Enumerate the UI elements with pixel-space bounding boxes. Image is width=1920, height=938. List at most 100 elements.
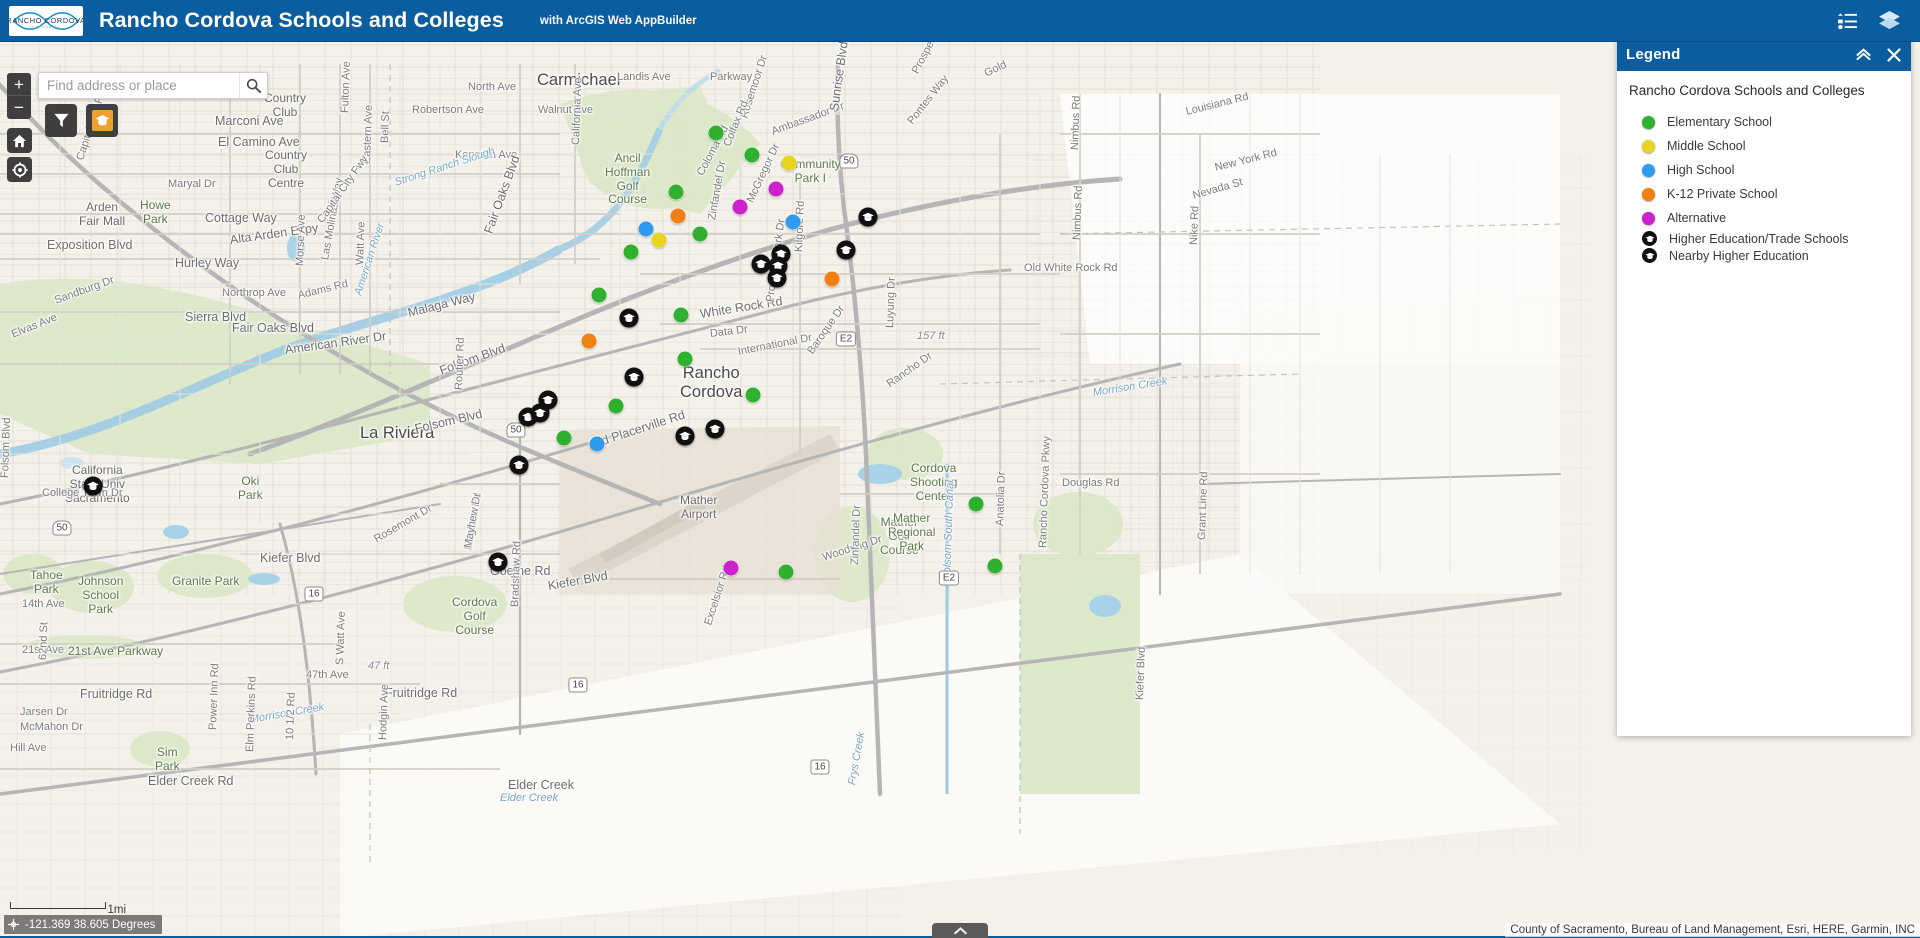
- map-marker-grad[interactable]: [767, 268, 787, 288]
- crosshair-icon: [7, 918, 20, 931]
- zoom-in-button[interactable]: +: [7, 73, 31, 96]
- close-icon: [1886, 47, 1901, 62]
- map-marker-grad[interactable]: [624, 367, 644, 387]
- legend-item: Elementary School: [1617, 110, 1911, 134]
- map-marker-elementary[interactable]: [987, 558, 1003, 574]
- legend-color-swatch: [1642, 187, 1655, 201]
- filter-icon: [53, 113, 69, 128]
- legend-item: K-12 Private School: [1617, 182, 1911, 206]
- locate-icon: [11, 161, 28, 178]
- home-icon: [12, 134, 27, 147]
- map-marker-elementary[interactable]: [556, 430, 572, 446]
- map-marker-private[interactable]: [824, 271, 840, 287]
- map-marker-elementary[interactable]: [745, 387, 761, 403]
- header-tool-group: [1826, 0, 1920, 42]
- coordinate-value: -121.369 38.605 Degrees: [25, 918, 156, 931]
- map-attribution: County of Sacramento, Bureau of Land Man…: [1505, 923, 1920, 937]
- app-header: RANCHO CORDOVA CALIFORNIA Rancho Cordova…: [0, 0, 1920, 42]
- collapse-button[interactable]: [1855, 46, 1872, 63]
- map-marker-grad[interactable]: [530, 403, 550, 423]
- graduation-cap-icon: [91, 110, 113, 131]
- app-subtitle: with ArcGIS Web AppBuilder: [539, 14, 697, 27]
- map-marker-elementary[interactable]: [968, 496, 984, 512]
- home-button[interactable]: [7, 128, 32, 153]
- map-marker-private[interactable]: [670, 208, 686, 224]
- rancho-cordova-logo[interactable]: RANCHO CORDOVA CALIFORNIA: [9, 5, 83, 36]
- layers-toggle-icon[interactable]: [1868, 0, 1910, 42]
- legend-item: Higher Education/Trade Schools: [1617, 230, 1911, 247]
- map-marker-grad[interactable]: [858, 207, 878, 227]
- map-marker-alternative[interactable]: [768, 181, 784, 197]
- map-marker-grad[interactable]: [705, 419, 725, 439]
- legend-item-label: Middle School: [1667, 139, 1746, 153]
- legend-item-label: Alternative: [1667, 211, 1727, 225]
- graduation-cap-icon: [1642, 231, 1657, 246]
- legend-item-label: K-12 Private School: [1667, 187, 1778, 201]
- map-marker-elementary[interactable]: [673, 307, 689, 323]
- map-marker-elementary[interactable]: [708, 125, 724, 141]
- attribute-table-toggle[interactable]: [932, 923, 988, 938]
- logo-subtext: CALIFORNIA: [32, 25, 60, 29]
- filter-button[interactable]: [45, 104, 77, 137]
- graduation-cap-icon: [1642, 248, 1657, 263]
- map-marker-grad[interactable]: [619, 308, 639, 328]
- map-marker-middle[interactable]: [651, 232, 667, 248]
- map-marker-private[interactable]: [581, 333, 597, 349]
- map-marker-middle[interactable]: [781, 155, 797, 171]
- legend-color-swatch: [1642, 211, 1655, 225]
- map-marker-grad[interactable]: [836, 240, 856, 260]
- legend-color-swatch: [1642, 139, 1655, 153]
- legend-item-label: High School: [1667, 163, 1735, 177]
- legend-header-buttons: [1855, 46, 1902, 63]
- search-icon: [246, 78, 261, 93]
- school-filter-button[interactable]: [86, 104, 118, 137]
- legend-color-swatch: [1642, 163, 1655, 177]
- legend-item-label: Higher Education/Trade Schools: [1669, 231, 1849, 246]
- app-root: RANCHO CORDOVA CALIFORNIA Rancho Cordova…: [0, 0, 1920, 938]
- search-input[interactable]: [39, 73, 239, 98]
- legend-item: Nearby Higher Education: [1617, 247, 1911, 264]
- map-marker-alternative[interactable]: [732, 199, 748, 215]
- map-marker-grad[interactable]: [675, 426, 695, 446]
- locate-button[interactable]: [7, 157, 32, 182]
- coordinate-widget[interactable]: -121.369 38.605 Degrees: [4, 915, 163, 934]
- legend-item-label: Elementary School: [1667, 115, 1772, 129]
- legend-color-swatch: [1642, 115, 1655, 129]
- map-marker-elementary[interactable]: [692, 226, 708, 242]
- map-marker-high[interactable]: [785, 214, 801, 230]
- map-marker-elementary[interactable]: [677, 351, 693, 367]
- map-marker-elementary[interactable]: [608, 398, 624, 414]
- map-marker-elementary[interactable]: [591, 287, 607, 303]
- legend-toggle-icon[interactable]: [1826, 0, 1868, 42]
- zoom-out-button[interactable]: −: [7, 96, 31, 119]
- legend-body: Rancho Cordova Schools and Colleges Elem…: [1617, 71, 1911, 736]
- map-marker-elementary[interactable]: [623, 244, 639, 260]
- legend-panel: Legend Rancho Cordova Schools and Colleg…: [1617, 38, 1911, 736]
- map-marker-grad[interactable]: [509, 455, 529, 475]
- close-button[interactable]: [1885, 46, 1902, 63]
- legend-item: High School: [1617, 158, 1911, 182]
- legend-item-label: Nearby Higher Education: [1669, 248, 1809, 263]
- map-marker-grad[interactable]: [488, 552, 508, 572]
- logo-graphic: RANCHO CORDOVA CALIFORNIA: [9, 11, 83, 30]
- map-marker-elementary[interactable]: [744, 147, 760, 163]
- search-button[interactable]: [239, 73, 267, 98]
- zoom-control: + −: [7, 73, 31, 119]
- legend-item-list: Elementary School Middle School High Schoo…: [1617, 110, 1911, 264]
- legend-item: Middle School: [1617, 134, 1911, 158]
- legend-layer-title: Rancho Cordova Schools and Colleges: [1629, 83, 1865, 98]
- legend-header: Legend: [1617, 38, 1911, 71]
- legend-item: Alternative: [1617, 206, 1911, 230]
- map-marker-elementary[interactable]: [778, 564, 794, 580]
- search-widget[interactable]: [38, 72, 268, 99]
- map-marker-alternative[interactable]: [723, 560, 739, 576]
- map-marker-high[interactable]: [638, 221, 654, 237]
- legend-title: Legend: [1626, 46, 1681, 63]
- map-marker-high[interactable]: [589, 436, 605, 452]
- logo-wordmark: RANCHO CORDOVA: [9, 15, 83, 24]
- chevron-double-up-icon: [1856, 48, 1871, 61]
- map-marker-grad[interactable]: [83, 476, 103, 496]
- page-title: Rancho Cordova Schools and Colleges: [99, 8, 504, 32]
- map-marker-elementary[interactable]: [668, 184, 684, 200]
- chevron-up-icon: [953, 926, 967, 934]
